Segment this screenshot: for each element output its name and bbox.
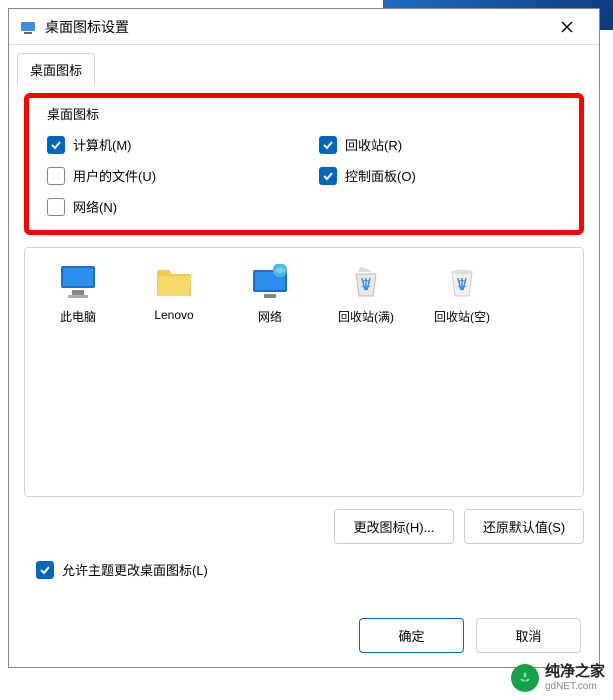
checkbox-box[interactable] bbox=[47, 136, 65, 154]
checkbox-userfiles[interactable]: 用户的文件(U) bbox=[47, 166, 289, 185]
monitor-icon bbox=[56, 262, 100, 302]
ok-button[interactable]: 确定 bbox=[359, 618, 464, 653]
tab-desktop-icons[interactable]: 桌面图标 bbox=[17, 53, 95, 85]
dialog-window: 桌面图标设置 桌面图标 桌面图标 计算机(M) 回收站(R) 用户的文件(U bbox=[8, 8, 600, 668]
icon-button-row: 更改图标(H)... 还原默认值(S) bbox=[24, 509, 584, 544]
icon-item-network[interactable]: 网络 bbox=[235, 262, 305, 325]
watermark-text: 纯净之家 gdNET.com bbox=[545, 664, 605, 692]
network-monitor-icon bbox=[248, 262, 292, 302]
icon-item-thispc[interactable]: 此电脑 bbox=[43, 262, 113, 325]
recyclebin-full-icon bbox=[344, 262, 388, 302]
restore-default-button[interactable]: 还原默认值(S) bbox=[464, 509, 584, 544]
watermark: 纯净之家 gdNET.com bbox=[511, 664, 605, 692]
checkbox-recyclebin[interactable]: 回收站(R) bbox=[319, 135, 561, 154]
checkbox-box[interactable] bbox=[47, 198, 65, 216]
cancel-button[interactable]: 取消 bbox=[476, 618, 581, 653]
change-icon-button[interactable]: 更改图标(H)... bbox=[334, 509, 454, 544]
icon-label: 网络 bbox=[258, 308, 282, 325]
icon-label: 回收站(满) bbox=[338, 308, 394, 325]
icon-label: Lenovo bbox=[154, 308, 193, 322]
watermark-en: gdNET.com bbox=[545, 681, 605, 692]
watermark-logo-icon bbox=[511, 664, 539, 692]
recyclebin-empty-icon bbox=[440, 262, 484, 302]
icon-row: 此电脑 Lenovo 网络 bbox=[35, 258, 573, 329]
checkbox-box[interactable] bbox=[47, 167, 65, 185]
icon-item-recyclebin-full[interactable]: 回收站(满) bbox=[331, 262, 401, 325]
dialog-content: 桌面图标 计算机(M) 回收站(R) 用户的文件(U) 控制面板(O) bbox=[9, 85, 599, 594]
titlebar: 桌面图标设置 bbox=[9, 9, 599, 45]
theme-checkbox-label: 允许主题更改桌面图标(L) bbox=[62, 560, 208, 579]
checkbox-box[interactable] bbox=[36, 561, 54, 579]
theme-checkbox-row[interactable]: 允许主题更改桌面图标(L) bbox=[24, 560, 584, 579]
checkbox-label: 控制面板(O) bbox=[345, 166, 416, 185]
window-icon bbox=[19, 18, 37, 36]
checkbox-box[interactable] bbox=[319, 136, 337, 154]
icon-item-lenovo[interactable]: Lenovo bbox=[139, 262, 209, 325]
checkbox-label: 回收站(R) bbox=[345, 135, 402, 154]
checkbox-controlpanel[interactable]: 控制面板(O) bbox=[319, 166, 561, 185]
folder-icon bbox=[152, 262, 196, 302]
close-button[interactable] bbox=[545, 9, 589, 45]
checkbox-grid: 计算机(M) 回收站(R) 用户的文件(U) 控制面板(O) 网络(N) bbox=[47, 135, 561, 216]
watermark-cn: 纯净之家 bbox=[545, 664, 605, 681]
window-title: 桌面图标设置 bbox=[45, 17, 545, 37]
checkbox-box[interactable] bbox=[319, 167, 337, 185]
icon-item-recyclebin-empty[interactable]: 回收站(空) bbox=[427, 262, 497, 325]
checkbox-label: 网络(N) bbox=[73, 197, 117, 216]
checkbox-label: 用户的文件(U) bbox=[73, 166, 156, 185]
checkbox-network[interactable]: 网络(N) bbox=[47, 197, 289, 216]
group-label: 桌面图标 bbox=[47, 104, 99, 123]
icon-preview-box: 此电脑 Lenovo 网络 bbox=[24, 247, 584, 497]
checkbox-label: 计算机(M) bbox=[73, 135, 132, 154]
tab-strip: 桌面图标 bbox=[9, 45, 599, 85]
icon-label: 回收站(空) bbox=[434, 308, 490, 325]
highlighted-checkbox-group: 桌面图标 计算机(M) 回收站(R) 用户的文件(U) 控制面板(O) bbox=[24, 93, 584, 235]
checkbox-computer[interactable]: 计算机(M) bbox=[47, 135, 289, 154]
dialog-button-row: 确定 取消 bbox=[359, 618, 581, 653]
icon-label: 此电脑 bbox=[60, 308, 96, 325]
